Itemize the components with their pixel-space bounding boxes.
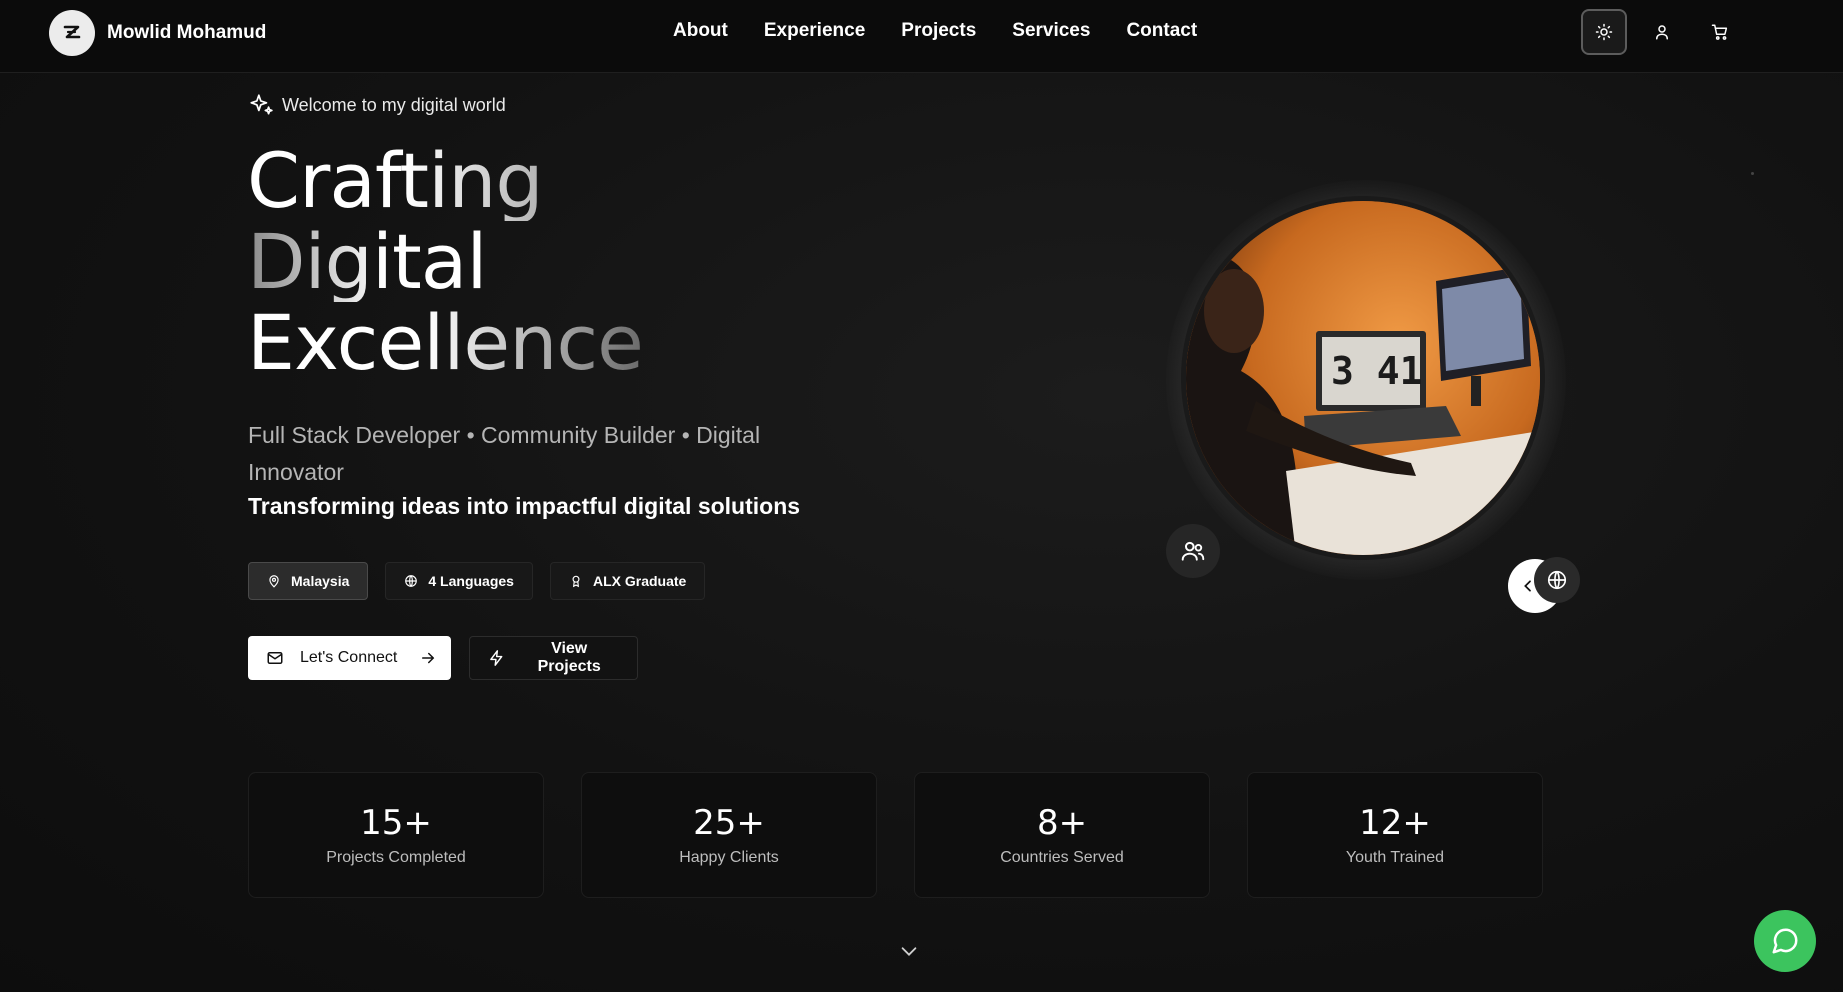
view-projects-button[interactable]: View Projects [469,636,638,680]
welcome-text: Welcome to my digital world [282,94,506,115]
cart-button[interactable] [1697,9,1743,55]
stat-value: 15+ [360,803,432,843]
globe-icon [1547,570,1567,590]
headline-line-1: Crafting [247,140,643,221]
top-nav: Mowlid Mohamud About Experience Projects… [0,0,1843,73]
hero-headline: Crafting Digital Excellence [247,140,644,387]
stats-row: 15+ Projects Completed 25+ Happy Clients… [248,772,1543,898]
community-badge[interactable] [1166,524,1220,578]
stat-label: Happy Clients [679,849,779,866]
decorative-dot [1751,172,1754,175]
stat-card: 15+ Projects Completed [248,772,544,898]
stat-value: 25+ [693,803,765,843]
nav-link-projects[interactable]: Projects [901,20,976,42]
award-icon [572,575,580,588]
stat-card: 25+ Happy Clients [581,772,877,898]
cart-icon [1711,24,1728,40]
nav-links: About Experience Projects Services Conta… [673,20,1197,42]
headline-line-2: Digital [247,221,643,302]
arrow-right-icon [422,652,435,664]
hero-subtitle: Full Stack Developer • Community Builder… [248,422,761,485]
scroll-down-button[interactable] [898,940,920,967]
chip-education-label: ALX Graduate [592,573,687,589]
welcome-line: Welcome to my digital world [248,92,506,118]
stat-card: 12+ Youth Trained [1247,772,1543,898]
lets-connect-button[interactable]: Let's Connect [248,636,451,680]
nav-link-about[interactable]: About [673,20,728,42]
profile-photo: 3 41 [1181,196,1545,560]
nav-actions [1581,9,1743,55]
mail-icon [267,652,283,664]
map-pin-icon [269,575,279,588]
brand[interactable]: Mowlid Mohamud [49,10,266,56]
stat-card: 8+ Countries Served [914,772,1210,898]
chip-languages[interactable]: 4 Languages [385,562,533,600]
laptop-screen-text: 3 41 [1331,349,1423,393]
headline-line-3: Excellence [247,298,644,387]
info-chips: Malaysia 4 Languages ALX Graduate [248,562,706,600]
chip-languages-label: 4 Languages [428,573,514,589]
stat-label: Projects Completed [326,849,466,866]
nav-link-contact[interactable]: Contact [1126,20,1197,42]
globe-badge[interactable] [1534,557,1580,603]
stat-value: 8+ [1036,803,1088,843]
message-circle-icon [1772,928,1798,954]
view-projects-label: View Projects [537,640,601,675]
user-icon [1656,25,1668,40]
account-button[interactable] [1639,9,1685,55]
lets-connect-label: Let's Connect [300,649,398,666]
users-icon [1181,541,1205,561]
sparkles-icon [250,94,273,115]
chip-location[interactable]: Malaysia [248,562,369,600]
hero-ctas: Let's Connect View Projects [248,636,638,680]
nav-link-experience[interactable]: Experience [764,20,865,42]
chip-location-label: Malaysia [291,573,350,589]
zap-icon [490,650,503,666]
chip-education[interactable]: ALX Graduate [549,562,706,600]
theme-toggle-button[interactable] [1581,9,1627,55]
globe-icon [405,575,418,587]
stat-label: Youth Trained [1345,849,1445,866]
stat-value: 12+ [1359,803,1431,843]
chevron-down-icon [901,947,917,956]
hero-tagline: Transforming ideas into impactful digita… [248,493,801,519]
chat-button[interactable] [1754,910,1816,972]
sun-icon [1595,23,1613,41]
nav-link-services[interactable]: Services [1012,20,1090,42]
z-logo-icon [49,10,95,56]
brand-name: Mowlid Mohamud [107,22,267,43]
stat-label: Countries Served [1000,849,1124,866]
